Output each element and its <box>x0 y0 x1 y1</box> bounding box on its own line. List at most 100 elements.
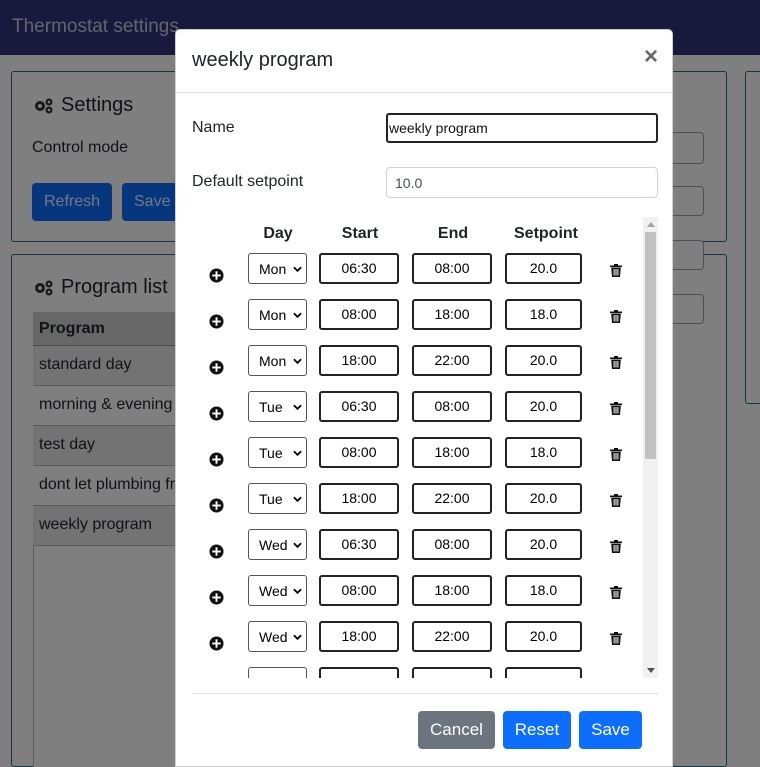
schedule-row: Tue 18:00 22:00 20.0 <box>192 483 642 529</box>
plus-circle-icon[interactable] <box>209 406 224 421</box>
weekly-program-modal: weekly program × Name Default setpoint D… <box>175 29 673 767</box>
day-value: Tue <box>259 398 283 415</box>
day-select[interactable]: Tue <box>248 437 307 468</box>
trash-icon[interactable] <box>610 632 622 645</box>
day-value: Mon <box>259 352 287 369</box>
setpoint-input[interactable]: 20.0 <box>505 483 582 514</box>
save-button[interactable]: Save <box>579 711 642 749</box>
plus-circle-icon[interactable] <box>209 314 224 329</box>
day-value: Wed <box>259 628 288 645</box>
start-time-input[interactable]: 08:00 <box>319 299 399 330</box>
column-header-setpoint: Setpoint <box>514 225 578 242</box>
day-select[interactable]: Mon <box>248 253 307 284</box>
day-select[interactable]: Mon <box>248 345 307 376</box>
plus-circle-icon[interactable] <box>209 498 224 513</box>
setpoint-input[interactable]: 18.0 <box>505 299 582 330</box>
schedule-row: Mon 18:00 22:00 20.0 <box>192 345 642 391</box>
modal-footer-divider <box>192 693 658 694</box>
chevron-down-icon <box>293 358 302 365</box>
schedule-row: Wed 06:30 08:00 20.0 <box>192 529 642 575</box>
day-select[interactable]: Wed <box>248 529 307 560</box>
end-time-input[interactable]: 22:00 <box>412 483 492 514</box>
chevron-down-icon <box>293 588 302 595</box>
end-time-input[interactable]: 08:00 <box>412 391 492 422</box>
start-time-input[interactable]: 08:00 <box>319 437 399 468</box>
setpoint-input[interactable]: 20.0 <box>505 391 582 422</box>
setpoint-input[interactable]: 20.0 <box>505 253 582 284</box>
day-select[interactable] <box>248 667 307 678</box>
cancel-button[interactable]: Cancel <box>418 711 495 749</box>
plus-circle-icon[interactable] <box>209 544 224 559</box>
end-time-input[interactable]: 08:00 <box>412 253 492 284</box>
trash-icon[interactable] <box>610 356 622 369</box>
end-time-input[interactable]: 18:00 <box>412 575 492 606</box>
start-time-input[interactable] <box>319 667 399 678</box>
column-header-day: Day <box>263 225 293 242</box>
chevron-down-icon <box>293 542 302 549</box>
end-time-input[interactable]: 08:00 <box>412 529 492 560</box>
setpoint-input[interactable]: 20.0 <box>505 529 582 560</box>
plus-circle-icon[interactable] <box>209 636 224 651</box>
scroll-up-arrow-icon[interactable] <box>647 222 655 227</box>
plus-circle-icon[interactable] <box>209 452 224 467</box>
end-time-input[interactable]: 18:00 <box>412 437 492 468</box>
start-time-input[interactable]: 18:00 <box>319 483 399 514</box>
setpoint-input[interactable]: 18.0 <box>505 437 582 468</box>
chevron-down-icon <box>293 450 302 457</box>
scroll-down-arrow-icon[interactable] <box>647 668 655 673</box>
default-setpoint-label: Default setpoint <box>192 173 304 190</box>
plus-circle-icon[interactable] <box>209 268 224 283</box>
day-value: Tue <box>259 444 283 461</box>
start-time-input[interactable]: 18:00 <box>319 621 399 652</box>
end-time-input[interactable]: 18:00 <box>412 299 492 330</box>
day-select[interactable]: Wed <box>248 575 307 606</box>
schedule-row: Tue 06:30 08:00 20.0 <box>192 391 642 437</box>
setpoint-input[interactable]: 20.0 <box>505 345 582 376</box>
day-select[interactable]: Wed <box>248 621 307 652</box>
chevron-down-icon <box>293 634 302 641</box>
trash-icon[interactable] <box>610 586 622 599</box>
trash-icon[interactable] <box>610 540 622 553</box>
chevron-down-icon <box>293 496 302 503</box>
start-time-input[interactable]: 06:30 <box>319 253 399 284</box>
start-time-input[interactable]: 06:30 <box>319 529 399 560</box>
name-label: Name <box>192 119 235 136</box>
trash-icon[interactable] <box>610 402 622 415</box>
program-name-input[interactable] <box>386 113 658 143</box>
day-value: Wed <box>259 582 288 599</box>
schedule-row: Tue 08:00 18:00 18.0 <box>192 437 642 483</box>
schedule-row: Wed 08:00 18:00 18.0 <box>192 575 642 621</box>
day-value: Wed <box>259 536 288 553</box>
scrollbar-thumb[interactable] <box>645 232 656 459</box>
chevron-down-icon <box>293 312 302 319</box>
day-select[interactable]: Tue <box>248 483 307 514</box>
reset-button[interactable]: Reset <box>503 711 571 749</box>
chevron-down-icon <box>293 404 302 411</box>
plus-circle-icon[interactable] <box>209 360 224 375</box>
trash-icon[interactable] <box>610 448 622 461</box>
start-time-input[interactable]: 18:00 <box>319 345 399 376</box>
modal-title: weekly program <box>192 49 334 71</box>
day-value: Mon <box>259 260 287 277</box>
plus-circle-icon[interactable] <box>209 590 224 605</box>
schedule-row: Mon 06:30 08:00 20.0 <box>192 253 642 299</box>
end-time-input[interactable]: 22:00 <box>412 621 492 652</box>
trash-icon[interactable] <box>610 264 622 277</box>
setpoint-input[interactable]: 18.0 <box>505 575 582 606</box>
end-time-input[interactable]: 22:00 <box>412 345 492 376</box>
schedule-row <box>192 667 642 678</box>
start-time-input[interactable]: 08:00 <box>319 575 399 606</box>
setpoint-input[interactable] <box>505 667 582 678</box>
day-select[interactable]: Tue <box>248 391 307 422</box>
chevron-down-icon <box>293 266 302 273</box>
default-setpoint-input[interactable] <box>386 167 658 198</box>
scrollbar[interactable] <box>643 217 658 678</box>
trash-icon[interactable] <box>610 310 622 323</box>
day-select[interactable]: Mon <box>248 299 307 330</box>
setpoint-input[interactable]: 20.0 <box>505 621 582 652</box>
end-time-input[interactable] <box>412 667 492 678</box>
schedule-table-scroll[interactable]: Day Start End Setpoint Mon 06:30 08:00 20.0… <box>192 217 658 678</box>
trash-icon[interactable] <box>610 494 622 507</box>
start-time-input[interactable]: 06:30 <box>319 391 399 422</box>
close-icon[interactable]: × <box>644 42 658 72</box>
